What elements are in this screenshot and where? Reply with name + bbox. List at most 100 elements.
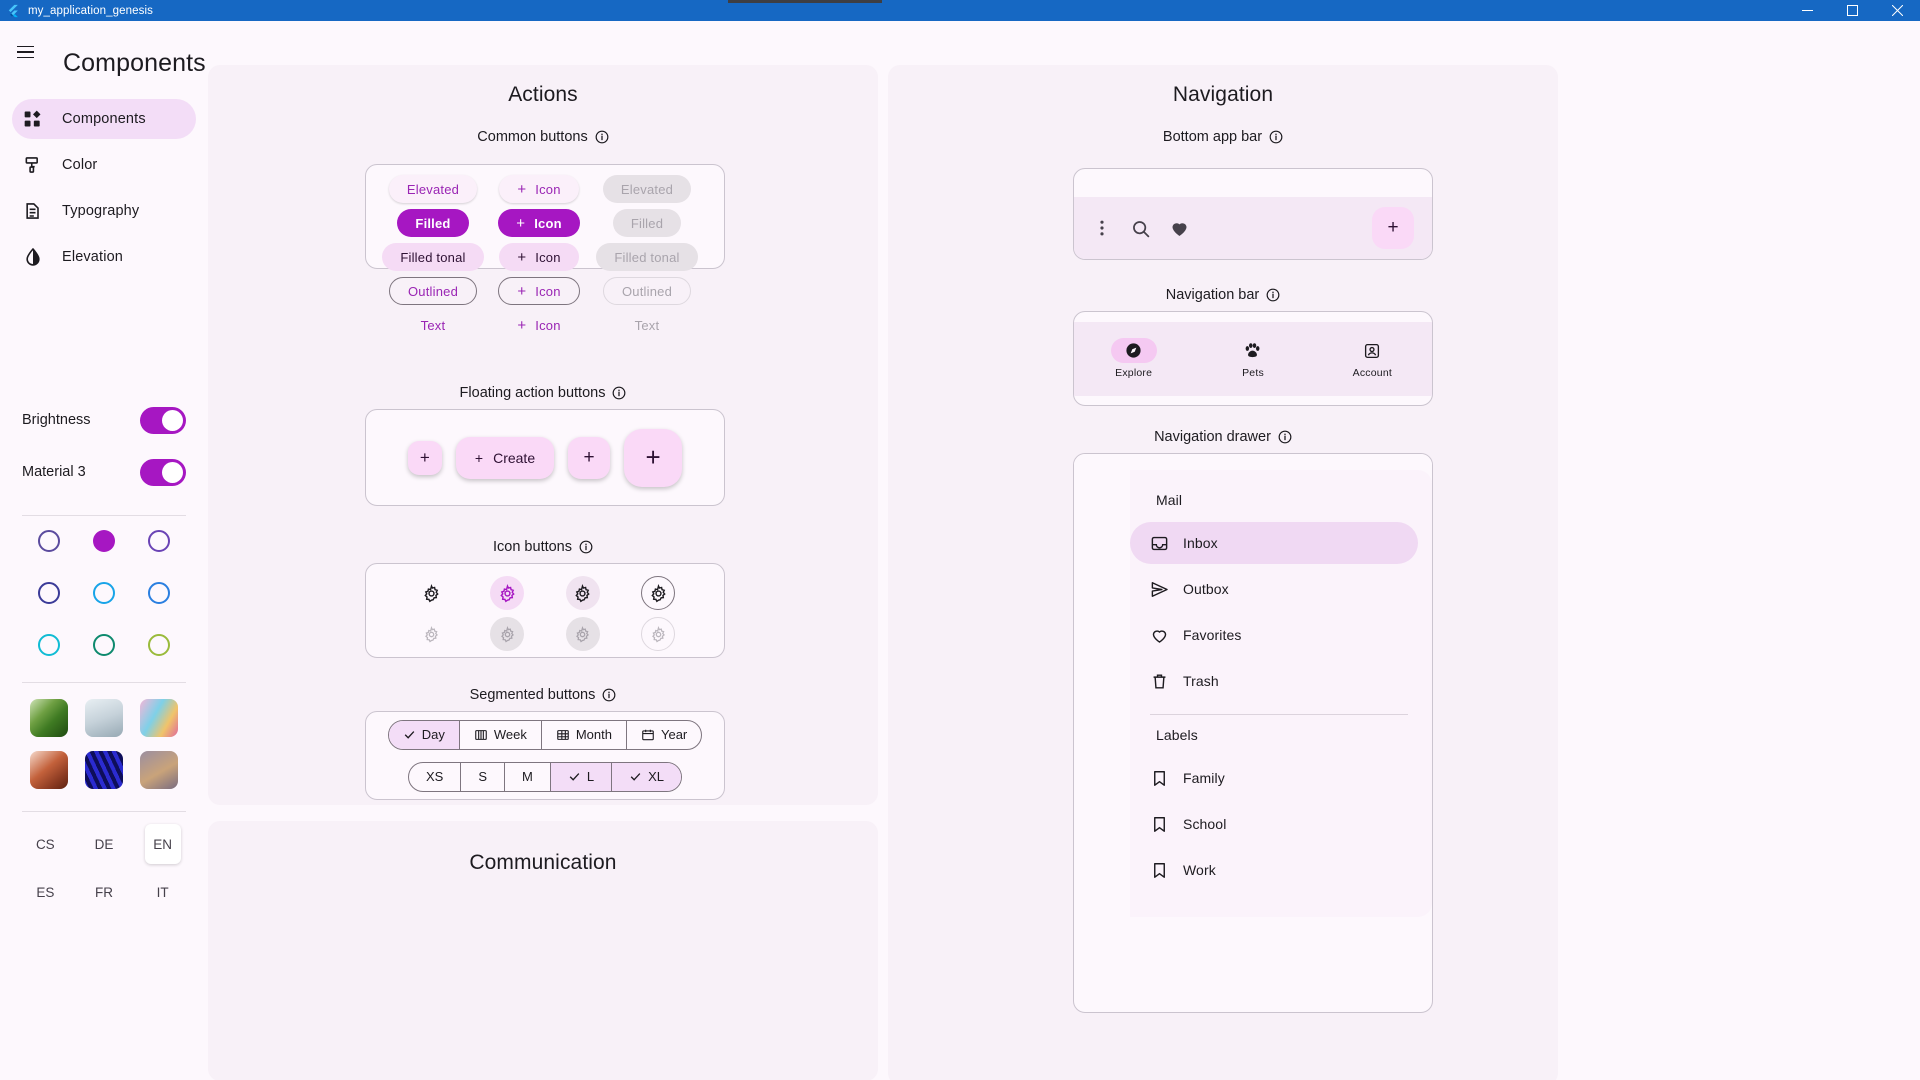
elevated-icon-button[interactable]: + Icon xyxy=(499,175,579,203)
window-titlebar: my_application_genesis xyxy=(0,0,1920,21)
account-icon xyxy=(1365,343,1380,358)
nav-destination-account[interactable]: Account xyxy=(1313,338,1432,379)
info-icon[interactable] xyxy=(579,540,593,554)
text-icon-button[interactable]: + Icon xyxy=(499,311,578,339)
bookmark-icon xyxy=(1154,770,1165,786)
icon-button-outlined[interactable] xyxy=(641,576,676,610)
segment-day[interactable]: Day xyxy=(388,720,460,749)
color-seed-teal[interactable] xyxy=(92,634,115,656)
sidebar-item-components[interactable]: Components xyxy=(12,99,196,139)
filled-icon-button[interactable]: + Icon xyxy=(498,209,580,237)
color-seed-purple[interactable] xyxy=(38,530,61,552)
fab-large[interactable]: + xyxy=(624,428,683,487)
icon-button-tonal[interactable] xyxy=(490,576,525,610)
segment-xl[interactable]: XL xyxy=(612,762,681,791)
hamburger-icon[interactable] xyxy=(10,37,40,67)
text-button[interactable]: Text xyxy=(403,311,464,339)
toggle-knob xyxy=(162,409,183,431)
navigation-panel: Navigation Bottom app bar + Navigation b… xyxy=(888,65,1558,1080)
color-seed-lime[interactable] xyxy=(147,634,170,656)
fab-small[interactable]: + xyxy=(407,440,442,475)
info-icon[interactable] xyxy=(602,688,616,702)
segment-xs[interactable]: XS xyxy=(409,762,462,791)
color-seed-indigo[interactable] xyxy=(38,582,61,604)
drawer-item-school[interactable]: School xyxy=(1130,803,1418,845)
drawer-item-inbox[interactable]: Inbox xyxy=(1130,522,1418,564)
brightness-toggle[interactable] xyxy=(140,406,186,434)
drawer-item-family[interactable]: Family xyxy=(1130,757,1418,799)
bottom-app-bar-fab[interactable]: + xyxy=(1372,207,1414,249)
info-icon[interactable] xyxy=(612,386,626,400)
drawer-item-favorites[interactable]: Favorites xyxy=(1130,614,1418,656)
week-icon xyxy=(475,729,487,740)
bubbles-thumb[interactable] xyxy=(139,699,178,737)
nav-destination-explore[interactable]: Explore xyxy=(1074,338,1193,379)
drawer-item-trash[interactable]: Trash xyxy=(1130,660,1418,702)
icon-button-standard[interactable] xyxy=(415,576,449,610)
close-button[interactable] xyxy=(1875,0,1920,21)
search-icon[interactable] xyxy=(1130,218,1151,239)
drawer-item-outbox[interactable]: Outbox xyxy=(1130,568,1418,610)
navigation-drawer-heading: Navigation drawer xyxy=(1154,429,1271,445)
icon-button-filled[interactable] xyxy=(565,576,600,610)
language-chip-es[interactable]: ES xyxy=(27,872,63,912)
segment-month[interactable]: Month xyxy=(542,720,627,749)
fab-medium[interactable]: + xyxy=(568,436,611,479)
sidebar-item-elevation[interactable]: Elevation xyxy=(12,237,196,277)
button-label: Icon xyxy=(535,249,561,265)
inbox-icon xyxy=(1151,536,1168,550)
sidebar-item-label: Typography xyxy=(62,203,140,219)
outlined-button[interactable]: Outlined xyxy=(388,277,478,305)
navigation-drawer: Mail Inbox Outbox Favorites Trash Labels… xyxy=(1074,454,1432,917)
leaves-thumb[interactable] xyxy=(30,699,69,737)
info-icon[interactable] xyxy=(1278,430,1292,444)
elevation-icon xyxy=(22,246,44,268)
zebra-thumb[interactable] xyxy=(84,751,123,789)
color-seed-light-blue[interactable] xyxy=(92,582,115,604)
bookmark-icon xyxy=(1154,862,1165,878)
color-seed-violet[interactable] xyxy=(147,530,170,552)
language-chip-en[interactable]: EN xyxy=(144,824,181,864)
more-vert-icon[interactable] xyxy=(1092,218,1112,238)
nav-destination-pets[interactable]: Pets xyxy=(1193,338,1312,379)
plus-icon: + xyxy=(517,180,527,198)
material3-toggle[interactable] xyxy=(140,458,186,486)
info-icon[interactable] xyxy=(595,130,609,144)
outlined-icon-button[interactable]: + Icon xyxy=(498,277,580,305)
language-chip-de[interactable]: DE xyxy=(86,824,122,864)
icon-button-filled-disabled xyxy=(565,617,600,651)
filled-button[interactable]: Filled xyxy=(397,209,469,237)
sidebar-item-color[interactable]: Color xyxy=(12,145,196,185)
info-icon[interactable] xyxy=(1269,130,1283,144)
filled-tonal-icon-button[interactable]: + Icon xyxy=(499,243,579,271)
fab-extended-label: Create xyxy=(493,449,536,466)
drawer-item-work[interactable]: Work xyxy=(1130,849,1418,891)
color-seed-blue[interactable] xyxy=(147,582,170,604)
sidebar-item-typography[interactable]: Typography xyxy=(12,191,196,231)
fab-extended[interactable]: + Create xyxy=(455,436,555,479)
page-title: Components xyxy=(63,49,206,77)
color-seed-cyan[interactable] xyxy=(38,634,61,656)
filled-tonal-button[interactable]: Filled tonal xyxy=(382,243,484,271)
segment-s[interactable]: S xyxy=(461,762,506,791)
dandelion-thumb[interactable] xyxy=(84,699,123,737)
language-chip-it[interactable]: IT xyxy=(145,872,181,912)
segment-year[interactable]: Year xyxy=(627,721,701,749)
segment-l[interactable]: L xyxy=(550,762,613,791)
segment-week[interactable]: Week xyxy=(460,720,542,749)
navigation-bar-heading-row: Navigation bar xyxy=(888,287,1558,303)
maximize-button[interactable] xyxy=(1830,0,1875,21)
color-seed-magenta[interactable] xyxy=(92,530,115,552)
language-chip-fr[interactable]: FR xyxy=(86,872,122,912)
sand-thumb[interactable] xyxy=(139,751,178,789)
segmented-heading-row: Segmented buttons xyxy=(208,687,878,703)
language-chip-cs[interactable]: CS xyxy=(27,824,63,864)
elevated-button[interactable]: Elevated xyxy=(388,175,478,203)
heart-icon[interactable] xyxy=(1169,218,1190,239)
segmented-buttons-period: Day Week Month Year xyxy=(387,719,703,750)
info-icon[interactable] xyxy=(1266,288,1280,302)
drawer-panel: Mail Inbox Outbox Favorites Trash Labels… xyxy=(1130,470,1432,917)
segment-m[interactable]: M xyxy=(505,762,551,791)
coral-thumb[interactable] xyxy=(30,751,69,789)
minimize-button[interactable] xyxy=(1785,0,1830,21)
